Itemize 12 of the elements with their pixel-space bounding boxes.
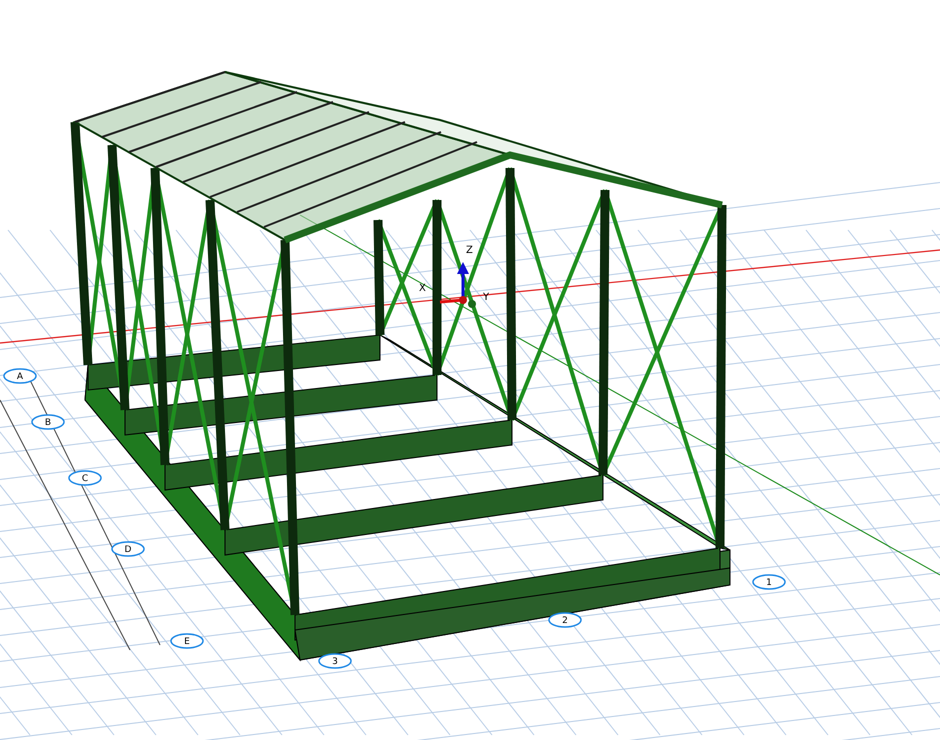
axis-label: Y xyxy=(483,292,490,303)
grid-bubble: 2 xyxy=(548,612,582,628)
grid-bubble: E xyxy=(170,633,204,649)
axis-triad-icon xyxy=(440,262,476,308)
grid-bubble: 3 xyxy=(318,653,352,669)
axis-label: X xyxy=(419,283,426,294)
grid-bubble: D xyxy=(111,541,145,557)
axis-label: Z xyxy=(466,245,473,256)
grid-bubble: B xyxy=(31,414,65,430)
grid-bubble: A xyxy=(3,368,37,384)
grid-bubble: 1 xyxy=(752,574,786,590)
grid-bubble: C xyxy=(68,470,102,486)
